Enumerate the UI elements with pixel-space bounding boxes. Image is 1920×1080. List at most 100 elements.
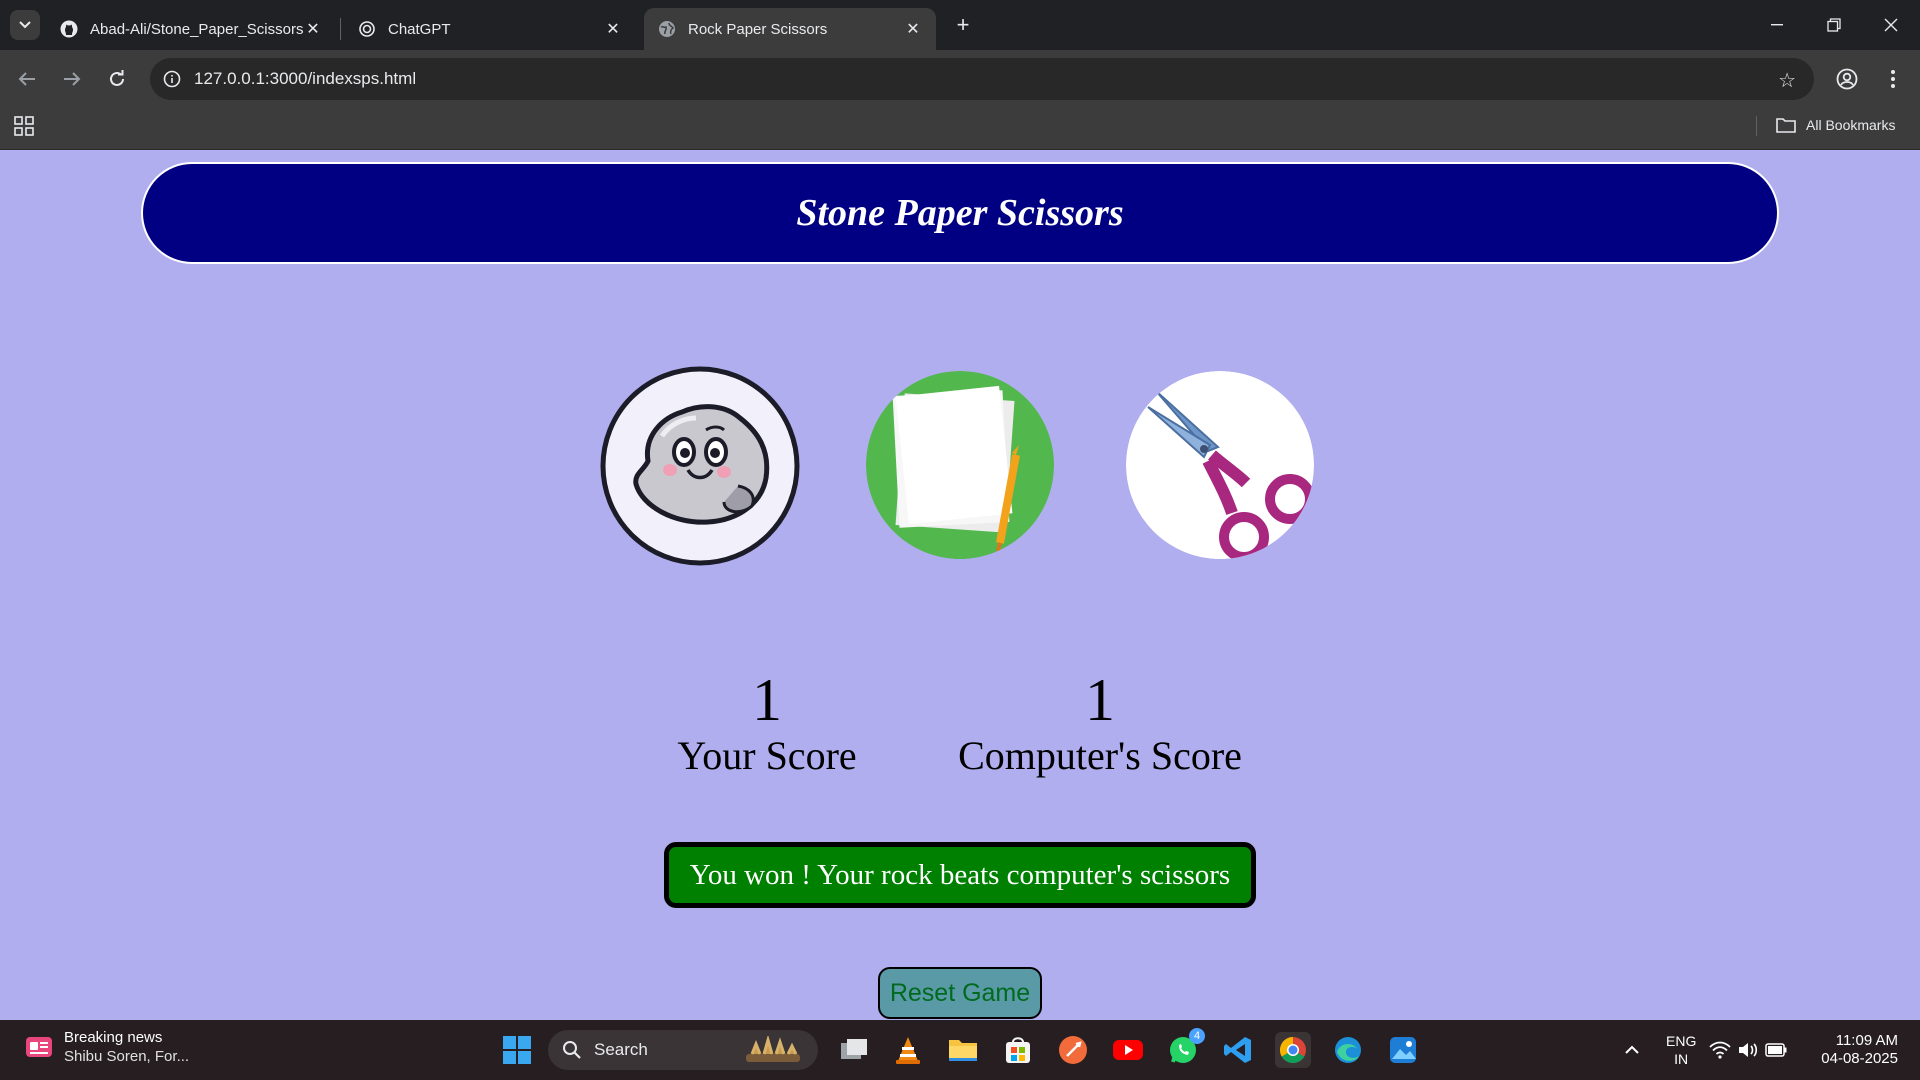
vscode-app[interactable] (1220, 1032, 1256, 1068)
region-code: IN (1674, 1051, 1689, 1067)
game-title: Stone Paper Scissors (796, 192, 1124, 234)
tab-github[interactable]: Abad-Ali/Stone_Paper_Scissors: ✕ (46, 8, 336, 50)
news-widget[interactable]: Breaking news Shibu Soren, For... (24, 1028, 189, 1066)
volume-icon (1739, 1043, 1758, 1057)
plus-icon: + (956, 12, 970, 37)
rock-icon (600, 366, 800, 566)
tab-rock-paper-scissors[interactable]: Rock Paper Scissors ✕ (644, 8, 936, 50)
photos-icon (1390, 1037, 1416, 1063)
tab-chatgpt[interactable]: ChatGPT ✕ (344, 8, 636, 50)
reset-game-button[interactable]: Reset Game (878, 967, 1042, 1019)
tab-strip: Abad-Ali/Stone_Paper_Scissors: ✕ ChatGPT… (0, 0, 1920, 50)
minimize-button[interactable] (1748, 0, 1806, 50)
clock-time: 11:09 AM (1835, 1032, 1898, 1049)
windows-icon (503, 1036, 531, 1064)
bookmark-star-icon[interactable]: ☆ (1778, 68, 1796, 93)
tab-title: Rock Paper Scissors (688, 20, 828, 38)
language-indicator[interactable]: ENG IN (1666, 1032, 1696, 1068)
whatsapp-app[interactable]: 4 (1165, 1028, 1205, 1068)
clock-date: 04-08-2025 (1821, 1050, 1898, 1067)
scissors-icon (1126, 371, 1314, 559)
folder-icon (1776, 118, 1796, 133)
taskbar-clock[interactable]: 11:09 AM 04-08-2025 (1814, 1032, 1898, 1068)
game-header: Stone Paper Scissors (141, 162, 1779, 264)
profile-button[interactable] (1832, 64, 1862, 94)
news-title: Breaking news (64, 1029, 163, 1046)
site-info-icon[interactable] (150, 58, 194, 100)
restore-button[interactable] (1805, 0, 1863, 50)
choice-scissors[interactable] (1126, 371, 1314, 559)
system-tray-status[interactable] (1708, 1032, 1788, 1068)
folder-icon (949, 1040, 977, 1061)
edge-icon (1335, 1037, 1361, 1063)
edge-app[interactable] (1330, 1032, 1366, 1068)
start-button[interactable] (499, 1032, 535, 1068)
browser-toolbar: 127.0.0.1:3000/indexsps.html ☆ (0, 50, 1920, 108)
globe-icon (658, 20, 676, 38)
news-icon (26, 1037, 52, 1057)
result-message: You won ! Your rock beats computer's sci… (664, 842, 1256, 908)
all-bookmarks-label: All Bookmarks (1806, 117, 1896, 133)
task-view-icon (841, 1039, 867, 1059)
close-icon[interactable]: ✕ (604, 20, 622, 38)
computer-score-label: Computer's Score (958, 733, 1242, 778)
youtube-app[interactable] (1110, 1032, 1146, 1068)
forward-button[interactable] (57, 64, 87, 94)
chatgpt-icon (358, 20, 376, 38)
close-icon[interactable]: ✕ (304, 20, 322, 38)
tab-title: ChatGPT (388, 20, 451, 38)
user-score-label: Your Score (677, 733, 857, 778)
menu-button[interactable] (1878, 64, 1908, 94)
arrow-left-icon (18, 72, 35, 86)
vlc-app[interactable] (890, 1032, 926, 1068)
postman-icon (1059, 1036, 1087, 1064)
computer-score: 1 (1085, 667, 1115, 733)
windows-taskbar: Breaking news Shibu Soren, For... Search (0, 1020, 1920, 1080)
postman-app[interactable] (1055, 1032, 1091, 1068)
task-view-button[interactable] (836, 1032, 872, 1068)
tab-title: Abad-Ali/Stone_Paper_Scissors: (90, 20, 304, 38)
search-placeholder: Search (594, 1040, 648, 1059)
game-page: Stone Paper Scissors 1 Your Score 1 Comp… (0, 150, 1920, 1020)
close-icon (1884, 18, 1898, 32)
user-score: 1 (752, 667, 782, 733)
profile-icon (1836, 68, 1858, 90)
wifi-icon (1709, 1041, 1731, 1059)
github-icon (60, 20, 78, 38)
vlc-icon (896, 1037, 920, 1064)
new-tab-button[interactable]: + (950, 12, 976, 38)
bookmarks-bar (0, 108, 1920, 150)
youtube-icon (1113, 1040, 1143, 1060)
taskbar-search[interactable]: Search (548, 1030, 818, 1070)
chrome-app[interactable] (1275, 1032, 1311, 1068)
url-text[interactable]: 127.0.0.1:3000/indexsps.html (194, 69, 416, 89)
file-explorer-app[interactable] (945, 1032, 981, 1068)
all-bookmarks-button[interactable]: All Bookmarks (1776, 112, 1895, 138)
reload-icon (110, 70, 124, 86)
show-hidden-icons-button[interactable] (1614, 1032, 1650, 1068)
address-bar[interactable]: 127.0.0.1:3000/indexsps.html ☆ (150, 58, 1814, 100)
store-icon (1006, 1037, 1030, 1063)
tab-search-button[interactable] (10, 10, 40, 40)
battery-icon (1765, 1043, 1787, 1057)
paper-icon (866, 371, 1054, 559)
search-highlight-icon (746, 1036, 800, 1062)
close-window-button[interactable] (1862, 0, 1920, 50)
photos-app[interactable] (1385, 1032, 1421, 1068)
chevron-down-icon (19, 21, 31, 29)
bookmarks-divider (1756, 116, 1757, 136)
reload-button[interactable] (102, 64, 132, 94)
choice-paper[interactable] (866, 371, 1054, 559)
user-score-block: 1 Your Score (657, 668, 877, 780)
vscode-icon (1224, 1037, 1251, 1063)
whatsapp-badge: 4 (1189, 1028, 1205, 1044)
close-icon[interactable]: ✕ (904, 20, 922, 38)
computer-score-block: 1 Computer's Score (940, 668, 1260, 780)
microsoft-store-app[interactable] (1000, 1032, 1036, 1068)
minimize-icon (1771, 24, 1783, 26)
choice-rock[interactable] (600, 366, 800, 566)
back-button[interactable] (12, 64, 42, 94)
apps-grid-icon[interactable] (14, 116, 34, 136)
news-subtitle: Shibu Soren, For... (64, 1048, 190, 1065)
tab-divider (340, 18, 341, 40)
